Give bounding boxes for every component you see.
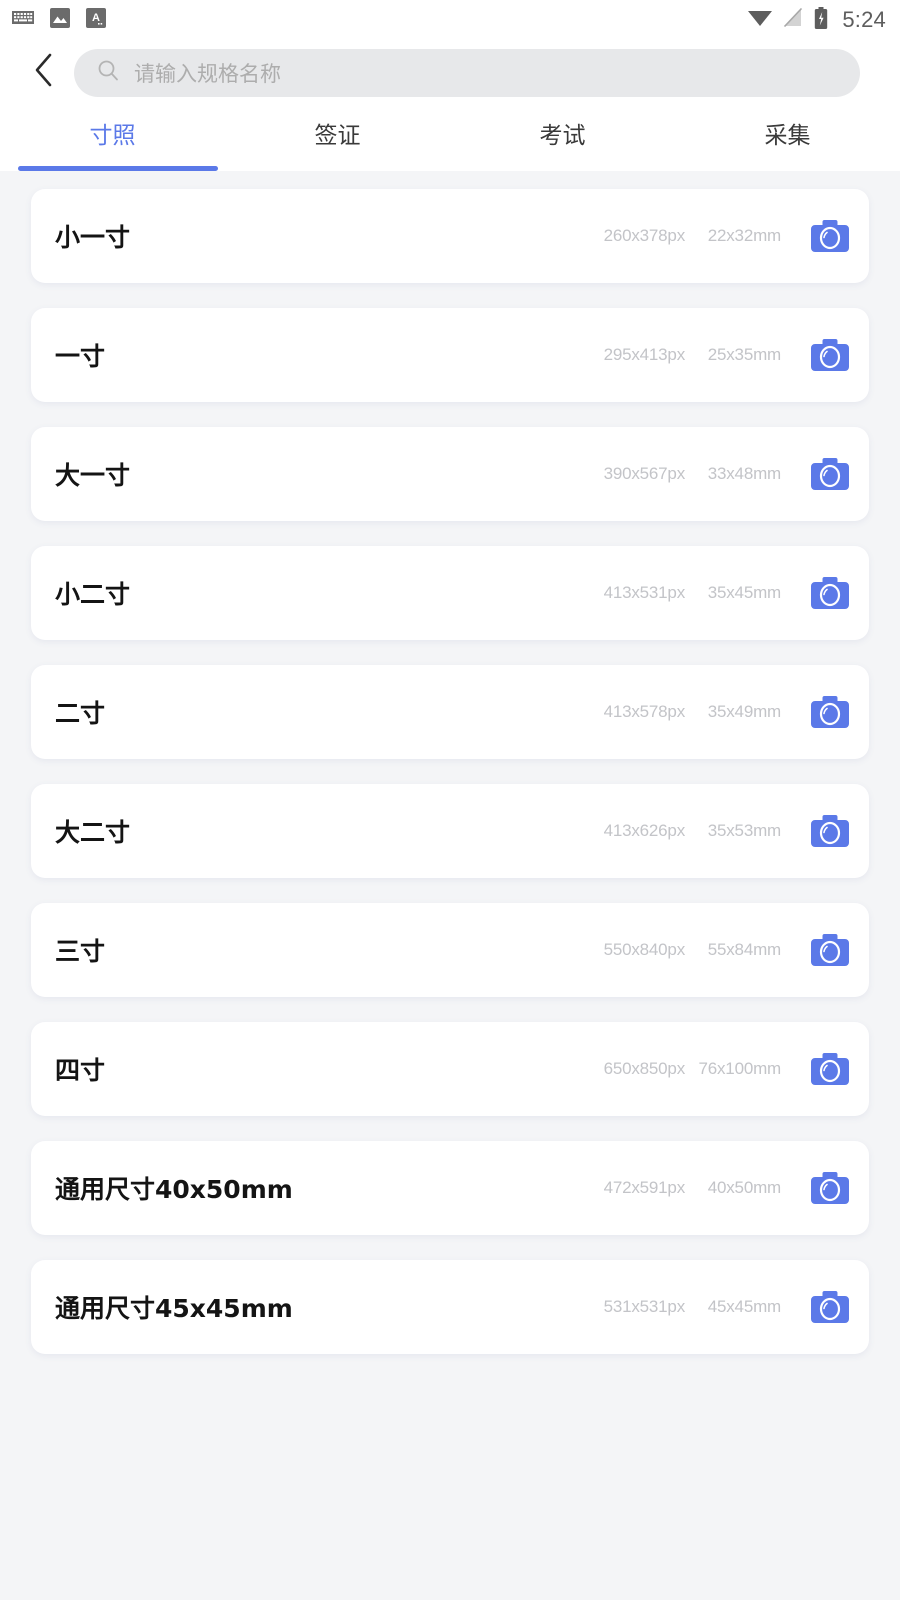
camera-icon[interactable] — [811, 336, 849, 374]
spec-name: 通用尺寸40x50mm — [55, 1175, 293, 1204]
status-bar-right: 5:24 — [748, 6, 886, 34]
spec-pixel-size: 413x578px — [603, 702, 686, 721]
camera-icon[interactable] — [811, 812, 849, 850]
spec-list-item[interactable]: 大二寸 413x626px 35x53mm — [31, 784, 869, 878]
spec-list: 小一寸 260x378px 22x32mm 一寸 295x413px 25x35mm 大… — [0, 171, 900, 1600]
spec-pixel-size: 295x413px — [603, 345, 686, 364]
tab-cunzhao[interactable]: 寸照 — [0, 105, 225, 171]
chevron-left-icon — [34, 53, 54, 92]
spec-mm-size: 35x49mm — [707, 702, 781, 721]
spec-mm-size: 22x32mm — [707, 226, 781, 245]
search-input[interactable]: 请输入规格名称 — [74, 48, 860, 97]
spec-mm-size: 35x45mm — [707, 583, 781, 602]
camera-icon[interactable] — [811, 1169, 849, 1207]
image-icon — [50, 7, 70, 33]
spec-name: 小一寸 — [55, 223, 131, 252]
spec-name: 一寸 — [55, 342, 106, 371]
camera-icon[interactable] — [811, 455, 849, 493]
spec-pixel-size: 413x531px — [603, 583, 686, 602]
battery-charging-icon — [814, 6, 828, 34]
spec-mm-size: 25x35mm — [707, 345, 781, 364]
spec-name: 大一寸 — [55, 461, 131, 490]
spec-pixel-size: 550x840px — [603, 940, 686, 959]
camera-icon[interactable] — [811, 1288, 849, 1326]
spec-mm-size: 76x100mm — [698, 1059, 782, 1078]
keyboard-icon — [12, 10, 34, 30]
spec-mm-size: 40x50mm — [707, 1178, 781, 1197]
spec-list-item[interactable]: 通用尺寸45x45mm 531x531px 45x45mm — [31, 1260, 869, 1354]
spec-mm-size: 45x45mm — [707, 1297, 781, 1316]
svg-text:A: A — [92, 12, 100, 24]
spec-name: 小二寸 — [55, 580, 131, 609]
camera-icon[interactable] — [811, 931, 849, 969]
tab-caiji[interactable]: 采集 — [675, 105, 900, 171]
status-bar: A 5:24 — [0, 0, 900, 40]
spec-name: 四寸 — [55, 1056, 106, 1085]
spec-pixel-size: 260x378px — [603, 226, 686, 245]
spec-pixel-size: 413x626px — [603, 821, 686, 840]
back-button[interactable] — [22, 51, 66, 95]
spec-list-item[interactable]: 一寸 295x413px 25x35mm — [31, 308, 869, 402]
spec-pixel-size: 390x567px — [603, 464, 686, 483]
camera-icon[interactable] — [811, 217, 849, 255]
spec-list-item[interactable]: 三寸 550x840px 55x84mm — [31, 903, 869, 997]
tab-bar: 寸照 签证 考试 采集 — [0, 105, 900, 171]
spec-name: 通用尺寸45x45mm — [55, 1294, 293, 1323]
no-signal-icon — [783, 7, 803, 32]
spec-list-item[interactable]: 小二寸 413x531px 35x45mm — [31, 546, 869, 640]
search-header: 请输入规格名称 — [0, 40, 900, 105]
status-time: 5:24 — [842, 7, 886, 32]
tab-kaoshi[interactable]: 考试 — [450, 105, 675, 171]
spec-list-item[interactable]: 大一寸 390x567px 33x48mm — [31, 427, 869, 521]
spec-name: 二寸 — [55, 699, 106, 728]
spec-list-item[interactable]: 小一寸 260x378px 22x32mm — [31, 189, 869, 283]
spec-mm-size: 35x53mm — [707, 821, 781, 840]
translate-a-icon: A — [86, 7, 106, 33]
spec-pixel-size: 472x591px — [603, 1178, 686, 1197]
search-placeholder: 请输入规格名称 — [134, 61, 281, 86]
spec-name: 三寸 — [55, 937, 106, 966]
camera-icon[interactable] — [811, 1050, 849, 1088]
spec-list-item[interactable]: 二寸 413x578px 35x49mm — [31, 665, 869, 759]
spec-list-item[interactable]: 通用尺寸40x50mm 472x591px 40x50mm — [31, 1141, 869, 1235]
camera-icon[interactable] — [811, 693, 849, 731]
spec-pixel-size: 531x531px — [603, 1297, 686, 1316]
camera-icon[interactable] — [811, 574, 849, 612]
search-icon — [96, 58, 120, 87]
spec-list-item[interactable]: 四寸 650x850px 76x100mm — [31, 1022, 869, 1116]
wifi-icon — [748, 8, 773, 32]
spec-pixel-size: 650x850px — [603, 1059, 686, 1078]
spec-mm-size: 55x84mm — [707, 940, 781, 959]
tab-active-underline — [18, 166, 218, 171]
spec-mm-size: 33x48mm — [707, 464, 781, 483]
spec-name: 大二寸 — [55, 818, 131, 847]
status-bar-left: A — [12, 7, 106, 33]
tab-qianzheng[interactable]: 签证 — [225, 105, 450, 171]
